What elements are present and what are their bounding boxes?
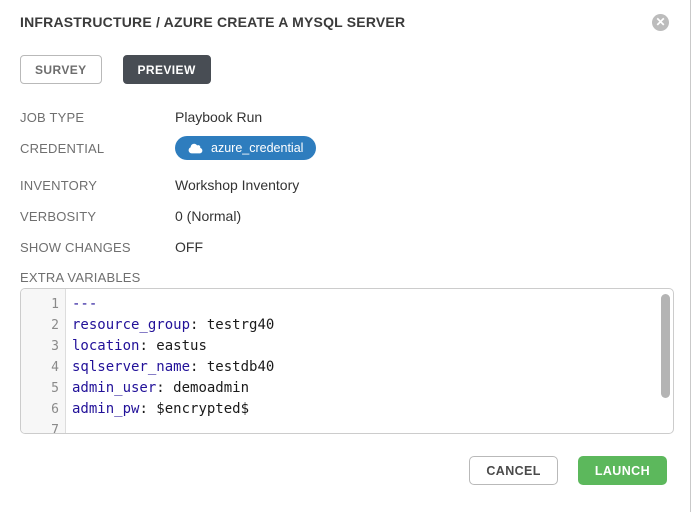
tab-preview[interactable]: PREVIEW bbox=[123, 55, 211, 84]
cloud-icon bbox=[188, 143, 203, 154]
code-line: resource_group: testrg40 bbox=[72, 315, 673, 336]
credential-badge-label: azure_credential bbox=[211, 141, 303, 155]
line-number: 1 bbox=[21, 294, 59, 315]
tab-bar: SURVEY PREVIEW bbox=[20, 55, 678, 84]
verbosity-label: VERBOSITY bbox=[20, 208, 175, 224]
job-details: JOB TYPE Playbook Run CREDENTIAL azure_c… bbox=[20, 109, 678, 255]
modal-title: INFRASTRUCTURE / AZURE CREATE A MYSQL SE… bbox=[20, 14, 678, 30]
verbosity-value: 0 (Normal) bbox=[175, 208, 241, 224]
cancel-button[interactable]: CANCEL bbox=[469, 456, 557, 485]
modal-header: INFRASTRUCTURE / AZURE CREATE A MYSQL SE… bbox=[20, 14, 678, 34]
line-number: 6 bbox=[21, 399, 59, 420]
close-icon[interactable]: ✕ bbox=[652, 14, 669, 31]
show-changes-value: OFF bbox=[175, 239, 203, 255]
code-line: admin_pw: $encrypted$ bbox=[72, 399, 673, 420]
code-line: sqlserver_name: testdb40 bbox=[72, 357, 673, 378]
detail-row-inventory: INVENTORY Workshop Inventory bbox=[20, 177, 678, 193]
extra-variables-editor[interactable]: 1 2 3 4 5 6 7 --- resource_group: testrg… bbox=[20, 288, 674, 434]
inventory-value: Workshop Inventory bbox=[175, 177, 299, 193]
job-type-label: JOB TYPE bbox=[20, 109, 175, 125]
editor-code-area[interactable]: --- resource_group: testrg40 location: e… bbox=[66, 289, 673, 433]
launch-button[interactable]: LAUNCH bbox=[578, 456, 667, 485]
code-line: --- bbox=[72, 294, 673, 315]
detail-row-show-changes: SHOW CHANGES OFF bbox=[20, 239, 678, 255]
line-number: 2 bbox=[21, 315, 59, 336]
credential-badge[interactable]: azure_credential bbox=[175, 136, 316, 160]
line-number: 4 bbox=[21, 357, 59, 378]
show-changes-label: SHOW CHANGES bbox=[20, 239, 175, 255]
line-number: 5 bbox=[21, 378, 59, 399]
detail-row-credential: CREDENTIAL azure_credential bbox=[20, 140, 678, 160]
code-line: location: eastus bbox=[72, 336, 673, 357]
line-number: 7 bbox=[21, 420, 59, 434]
extra-variables-label: EXTRA VARIABLES bbox=[20, 270, 678, 285]
modal-footer: CANCEL LAUNCH bbox=[20, 456, 678, 485]
editor-scrollbar[interactable] bbox=[661, 294, 670, 398]
detail-row-job-type: JOB TYPE Playbook Run bbox=[20, 109, 678, 125]
code-line: admin_user: demoadmin bbox=[72, 378, 673, 399]
line-number: 3 bbox=[21, 336, 59, 357]
inventory-label: INVENTORY bbox=[20, 177, 175, 193]
editor-line-number-gutter: 1 2 3 4 5 6 7 bbox=[21, 289, 66, 433]
job-type-value: Playbook Run bbox=[175, 109, 262, 125]
extra-variables-section: EXTRA VARIABLES 1 2 3 4 5 6 7 --- resour… bbox=[20, 270, 678, 434]
launch-preview-modal: INFRASTRUCTURE / AZURE CREATE A MYSQL SE… bbox=[0, 0, 698, 485]
credential-label: CREDENTIAL bbox=[20, 140, 175, 156]
detail-row-verbosity: VERBOSITY 0 (Normal) bbox=[20, 208, 678, 224]
tab-survey[interactable]: SURVEY bbox=[20, 55, 102, 84]
